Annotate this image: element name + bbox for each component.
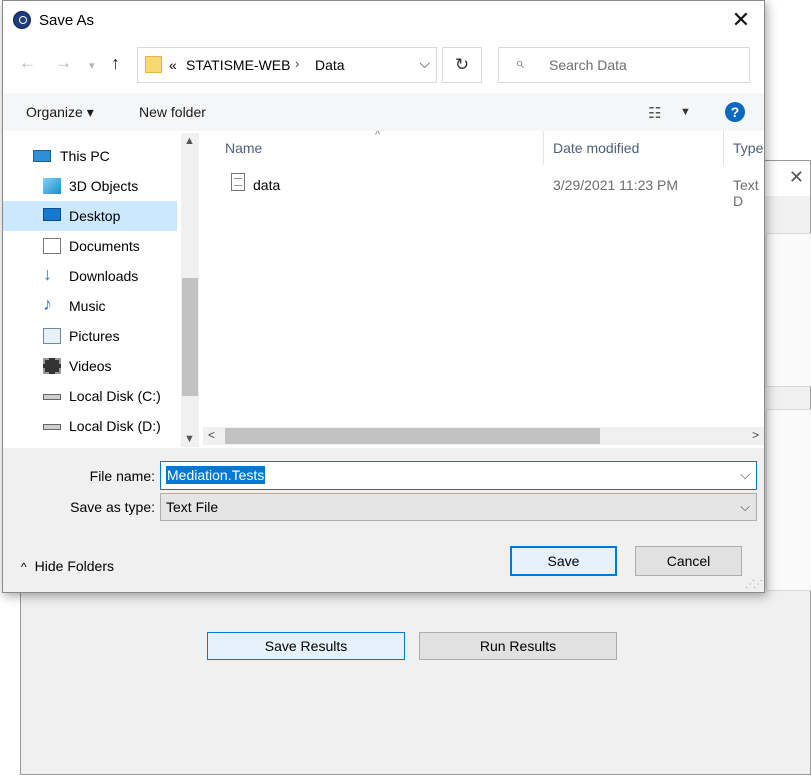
forward-arrow-icon[interactable]: → [55, 53, 72, 73]
nav-item-label: Downloads [69, 268, 139, 284]
file-list: ^ Name Date modified Type data 3/29/2021… [203, 131, 764, 425]
cancel-button[interactable]: Cancel [635, 546, 742, 576]
command-toolbar: Organize ▾ New folder ☷ ▼ ? [3, 93, 764, 131]
view-options-icon[interactable]: ☷ [648, 104, 661, 122]
sort-ascending-icon: ^ [375, 131, 381, 141]
text-file-icon [231, 173, 245, 191]
resize-grip-icon[interactable]: ⋰⋰ [745, 579, 763, 590]
hide-folders-label: Hide Folders [34, 558, 115, 574]
music-icon: ♪ [43, 294, 52, 314]
refresh-icon: ↻ [454, 55, 470, 74]
background-panel [766, 409, 811, 591]
drive-icon [43, 394, 61, 400]
column-divider[interactable] [723, 131, 724, 165]
nav-item-label: 3D Objects [69, 178, 139, 194]
drive-icon [43, 424, 61, 430]
hide-folders-button[interactable]: ^ Hide Folders [21, 558, 114, 574]
nav-item-label: Pictures [69, 328, 120, 344]
nav-item-pictures[interactable]: Pictures [3, 321, 177, 351]
search-icon: ⌕ [515, 55, 524, 72]
chevron-down-icon[interactable]: ⌵ [740, 499, 750, 515]
scrollbar-thumb[interactable] [225, 428, 600, 444]
save-button[interactable]: Save [510, 546, 617, 576]
file-name-input[interactable]: Mediation.Tests ⌵ [160, 461, 757, 490]
navigation-scrollbar[interactable]: ▲ ▼ [181, 133, 199, 447]
help-icon[interactable]: ? [725, 102, 745, 122]
file-name-label: File name: [89, 468, 155, 484]
nav-item-downloads[interactable]: ↓ Downloads [3, 261, 177, 291]
file-list-scrollbar[interactable]: < > [203, 427, 764, 445]
nav-item-label: Music [69, 298, 106, 314]
nav-item-this-pc[interactable]: This PC [3, 141, 177, 171]
nav-item-desktop[interactable]: Desktop [3, 201, 177, 231]
nav-item-local-disk-c[interactable]: Local Disk (C:) [3, 381, 177, 411]
refresh-button[interactable]: ↻ [442, 47, 482, 83]
nav-item-documents[interactable]: Documents [3, 231, 177, 261]
save-as-type-select[interactable]: Text File ⌵ [160, 493, 757, 521]
run-results-button[interactable]: Run Results [419, 632, 617, 660]
documents-icon [43, 238, 61, 254]
save-options-panel: File name: Mediation.Tests ⌵ Save as typ… [3, 448, 764, 592]
chevron-up-icon: ^ [21, 560, 27, 574]
save-as-type-value: Text File [166, 499, 219, 515]
desktop-icon [43, 208, 61, 221]
nav-item-label: Local Disk (C:) [69, 388, 161, 404]
scrollbar-thumb[interactable] [182, 278, 198, 396]
file-name-value: Mediation.Tests [166, 466, 266, 484]
pictures-icon [43, 328, 61, 344]
file-date-cell: 3/29/2021 11:23 PM [553, 177, 679, 193]
address-bar[interactable]: « STATISME-WEB › Data ⌵ [137, 47, 437, 83]
chevron-down-icon[interactable]: ⌵ [740, 467, 750, 483]
search-placeholder: Search Data [549, 57, 627, 73]
save-as-type-label: Save as type: [70, 499, 155, 515]
back-arrow-icon[interactable]: ← [19, 53, 36, 73]
organize-button[interactable]: Organize ▾ [26, 104, 94, 121]
breadcrumb-statisme-web[interactable]: STATISME-WEB [186, 57, 290, 73]
save-as-dialog: Save As ✕ ← → ▾ ↑ « STATISME-WEB › Data … [2, 0, 765, 593]
column-divider[interactable] [543, 131, 544, 165]
downloads-icon: ↓ [43, 264, 52, 284]
recent-locations-icon[interactable]: ▾ [89, 59, 95, 72]
view-dropdown-icon[interactable]: ▼ [680, 106, 691, 118]
scroll-down-icon[interactable]: ▼ [184, 433, 195, 445]
videos-icon [43, 358, 61, 374]
scroll-right-icon[interactable]: > [752, 428, 759, 442]
nav-item-local-disk-d[interactable]: Local Disk (D:) [3, 411, 177, 441]
scroll-left-icon[interactable]: < [208, 428, 215, 442]
breadcrumb-overflow[interactable]: « [169, 57, 177, 73]
column-header-type[interactable]: Type [733, 140, 763, 156]
file-type-cell: Text D [733, 177, 759, 209]
dialog-title: Save As [39, 12, 95, 29]
background-close-icon[interactable]: ✕ [789, 167, 804, 188]
nav-item-label: This PC [60, 148, 110, 164]
nav-item-label: Local Disk (D:) [69, 418, 161, 434]
folder-icon [145, 56, 162, 73]
nav-item-music[interactable]: ♪ Music [3, 291, 177, 321]
breadcrumb-data[interactable]: Data [315, 57, 345, 73]
address-dropdown-icon[interactable]: ⌵ [419, 55, 430, 72]
3d-objects-icon [43, 178, 61, 194]
breadcrumb-separator-icon: › [295, 56, 300, 71]
computer-icon [33, 150, 51, 162]
column-header-name[interactable]: Name [225, 140, 262, 156]
nav-item-label: Videos [69, 358, 112, 374]
navigation-pane: This PC 3D Objects Desktop Documents ↓ D… [3, 131, 199, 447]
app-icon [13, 11, 31, 29]
background-panel [766, 233, 811, 387]
close-icon[interactable]: ✕ [730, 8, 752, 32]
nav-item-label: Documents [69, 238, 140, 254]
search-input[interactable]: ⌕ Search Data [498, 47, 750, 83]
nav-item-3d-objects[interactable]: 3D Objects [3, 171, 177, 201]
dialog-titlebar: Save As ✕ [3, 1, 764, 41]
file-name-cell[interactable]: data [253, 177, 280, 193]
nav-item-videos[interactable]: Videos [3, 351, 177, 381]
up-arrow-icon[interactable]: ↑ [111, 53, 120, 74]
column-header-date-modified[interactable]: Date modified [553, 140, 639, 156]
scroll-up-icon[interactable]: ▲ [184, 135, 195, 147]
nav-item-label: Desktop [69, 208, 121, 224]
save-results-button[interactable]: Save Results [207, 632, 405, 660]
new-folder-button[interactable]: New folder [139, 104, 206, 120]
